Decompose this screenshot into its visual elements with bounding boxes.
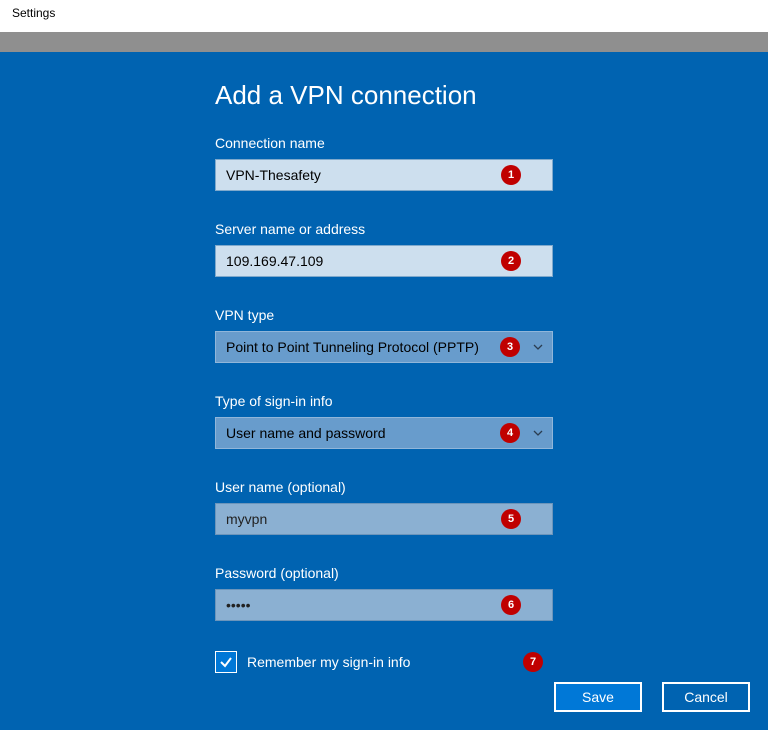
field-signin-type: Type of sign-in info User name and passw… [215, 393, 768, 449]
remember-row: Remember my sign-in info 7 [215, 651, 553, 673]
connection-name-input-wrap: 1 [215, 159, 553, 191]
remember-checkbox[interactable] [215, 651, 237, 673]
page-heading: Add a VPN connection [215, 80, 768, 111]
window-title: Settings [12, 6, 55, 20]
username-label: User name (optional) [215, 479, 768, 495]
vpn-type-label: VPN type [215, 307, 768, 323]
save-button-label: Save [582, 689, 614, 705]
signin-type-wrap: User name and password 4 [215, 417, 553, 449]
cancel-button[interactable]: Cancel [662, 682, 750, 712]
signin-type-value: User name and password [226, 425, 386, 441]
chevron-down-icon [532, 341, 544, 353]
server-input-wrap: 2 [215, 245, 553, 277]
button-row: Save Cancel [554, 682, 750, 712]
field-vpn-type: VPN type Point to Point Tunneling Protoc… [215, 307, 768, 363]
vpn-type-wrap: Point to Point Tunneling Protocol (PPTP)… [215, 331, 553, 363]
annotation-badge-3: 3 [500, 337, 520, 357]
cancel-button-label: Cancel [684, 689, 728, 705]
signin-type-label: Type of sign-in info [215, 393, 768, 409]
field-connection-name: Connection name 1 [215, 135, 768, 191]
check-icon [218, 654, 234, 670]
separator-bar [0, 32, 768, 52]
field-username: User name (optional) 5 [215, 479, 768, 535]
field-password: Password (optional) 6 [215, 565, 768, 621]
remember-label: Remember my sign-in info [247, 654, 410, 670]
signin-type-dropdown[interactable]: User name and password 4 [215, 417, 553, 449]
annotation-badge-7: 7 [523, 652, 543, 672]
connection-name-label: Connection name [215, 135, 768, 151]
vpn-type-value: Point to Point Tunneling Protocol (PPTP) [226, 339, 479, 355]
annotation-badge-6: 6 [501, 595, 521, 615]
save-button[interactable]: Save [554, 682, 642, 712]
password-input-wrap: 6 [215, 589, 553, 621]
annotation-badge-4: 4 [500, 423, 520, 443]
field-server: Server name or address 2 [215, 221, 768, 277]
username-input-wrap: 5 [215, 503, 553, 535]
vpn-type-dropdown[interactable]: Point to Point Tunneling Protocol (PPTP)… [215, 331, 553, 363]
server-label: Server name or address [215, 221, 768, 237]
window-titlebar: Settings [0, 0, 768, 32]
vpn-panel: Add a VPN connection Connection name 1 S… [0, 52, 768, 730]
password-label: Password (optional) [215, 565, 768, 581]
annotation-badge-1: 1 [501, 165, 521, 185]
annotation-badge-5: 5 [501, 509, 521, 529]
annotation-badge-2: 2 [501, 251, 521, 271]
chevron-down-icon [532, 427, 544, 439]
